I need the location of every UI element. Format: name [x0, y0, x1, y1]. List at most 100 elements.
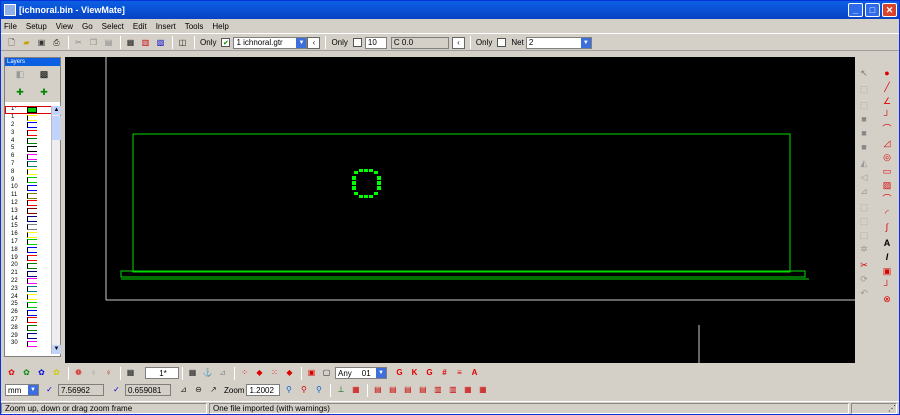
view-select[interactable]: Any 01 ▼ [335, 367, 387, 379]
layer-color-swatch[interactable] [27, 309, 37, 316]
layer-color-swatch[interactable] [27, 255, 37, 262]
layer-row[interactable]: 11 [5, 192, 53, 200]
snap-c-icon[interactable]: G [393, 367, 406, 379]
layer-prev-icon[interactable]: ‹ [307, 36, 321, 49]
layer-select[interactable]: 1 ichnoral.gtr ▼ [233, 36, 308, 49]
line-icon[interactable]: ╱ [881, 81, 893, 93]
orthogonal-line-icon[interactable]: ┘ [881, 109, 893, 121]
copy-shape-icon[interactable]: ⬚ [858, 215, 870, 227]
bulb-icon[interactable]: ♀ [87, 367, 100, 379]
x-coordinate-input[interactable]: 7.56962 [58, 384, 104, 396]
rotate-icon[interactable]: ◁ [858, 171, 870, 183]
anchor-icon[interactable]: ⚓ [201, 367, 214, 379]
origin-icon[interactable]: ⊖ [192, 384, 205, 396]
menu-go[interactable]: Go [82, 22, 93, 31]
layer-color-swatch[interactable] [27, 223, 37, 230]
select-window-icon[interactable]: ⬚ [858, 83, 870, 95]
snap-pad-icon[interactable]: ◆ [283, 367, 296, 379]
circle-icon[interactable]: ◎ [881, 151, 893, 163]
angle-line-icon[interactable]: ∠ [881, 95, 893, 107]
curve-icon[interactable]: ∫ [881, 221, 893, 233]
dcode-prev-icon[interactable]: ‹ [451, 36, 465, 49]
layer-row[interactable]: 2 [5, 122, 53, 130]
only-dcode-checkbox[interactable] [352, 38, 362, 47]
zoom-magnifier-icon[interactable]: ⚲ [282, 384, 295, 396]
layer-row[interactable]: 16 [5, 231, 53, 239]
layer-color-swatch[interactable] [27, 301, 37, 308]
no-entry-icon[interactable]: ⊗ [881, 293, 893, 305]
layer-list[interactable]: 1* 1 2 3 4 5 6 7 8 9 10 11 12 13 14 15 16 17 18 19 20 21 22 23 2… [5, 106, 53, 354]
fill-icon[interactable]: ■ [858, 127, 870, 139]
scroll-thumb[interactable] [52, 116, 61, 140]
pad-yellow-icon[interactable]: ✿ [50, 367, 63, 379]
copy-icon[interactable]: ❐ [87, 37, 100, 49]
layer-row[interactable]: 9 [5, 176, 53, 184]
align-icon[interactable]: ⊿ [858, 185, 870, 197]
snap-corners-icon[interactable]: ⁘ [238, 367, 251, 379]
snap-center-icon[interactable]: ◆ [253, 367, 266, 379]
table-icon[interactable]: ▦ [124, 367, 137, 379]
hatch-icon[interactable]: ▨ [881, 179, 893, 191]
layer-row[interactable]: 7 [5, 161, 53, 169]
layer-group-icon[interactable]: ▩ [37, 68, 51, 80]
report-6-icon[interactable]: ▥ [446, 384, 459, 396]
layer-row[interactable]: 20 [5, 262, 53, 270]
menu-setup[interactable]: Setup [26, 22, 47, 31]
layer-color-swatch[interactable] [27, 286, 37, 293]
arc-icon[interactable]: ⌒ [881, 193, 893, 205]
paste-icon[interactable]: ▤ [102, 37, 115, 49]
layer-color-swatch[interactable] [27, 106, 37, 113]
layer-color-swatch[interactable] [27, 200, 37, 207]
layer-color-swatch[interactable] [27, 122, 37, 129]
layer-row[interactable]: 1* [5, 106, 53, 114]
polyline-icon[interactable]: ⌒ [881, 123, 893, 135]
layer-row[interactable]: 13 [5, 207, 53, 215]
color-wheel-icon[interactable]: ❁ [72, 367, 85, 379]
snap-text-icon[interactable]: A [468, 367, 481, 379]
minimize-button[interactable]: _ [848, 3, 863, 17]
layer-row[interactable]: 25 [5, 301, 53, 309]
cut-line-icon[interactable]: ✂ [858, 259, 870, 271]
scroll-down-icon[interactable]: ▼ [52, 345, 61, 354]
corner-icon[interactable]: ┘ [881, 279, 893, 291]
layer-color-swatch[interactable] [27, 325, 37, 332]
menu-help[interactable]: Help [212, 22, 228, 31]
pin-icon[interactable]: ♀ [102, 367, 115, 379]
menu-insert[interactable]: Insert [156, 22, 176, 31]
layer-color-swatch[interactable] [27, 153, 37, 160]
menu-file[interactable]: File [4, 22, 17, 31]
grid-icon[interactable]: ▦ [124, 37, 137, 49]
layer-color-swatch[interactable] [27, 262, 37, 269]
flash-dot-icon[interactable]: ● [881, 67, 893, 79]
close-button[interactable]: ✕ [882, 3, 897, 17]
layer-color-swatch[interactable] [27, 130, 37, 137]
layer-color-swatch[interactable] [27, 333, 37, 339]
snap-bars-icon[interactable]: ≡ [453, 367, 466, 379]
snap-icon[interactable]: ⊿ [216, 367, 229, 379]
layer-row[interactable]: 17 [5, 239, 53, 247]
layer-color-swatch[interactable] [27, 294, 37, 301]
fill-icon[interactable]: ■ [858, 141, 870, 153]
layer-color-swatch[interactable] [27, 138, 37, 145]
layer-row[interactable]: 28 [5, 324, 53, 332]
layer-list-scrollbar[interactable]: ▲ ▼ [51, 106, 61, 354]
print-icon[interactable]: ⎙ [50, 37, 63, 49]
units-select[interactable]: mm ▼ [5, 384, 39, 396]
layer-stack-icon[interactable]: ▥ [139, 37, 152, 49]
menu-select[interactable]: Select [102, 22, 124, 31]
relative-coord-icon[interactable]: ⊿ [177, 384, 190, 396]
layer-color-swatch[interactable] [27, 270, 37, 277]
layer-color-swatch[interactable] [27, 239, 37, 246]
undo-shape-icon[interactable]: ↶ [858, 287, 870, 299]
select-arrow-icon[interactable]: ↖ [858, 67, 870, 79]
layer-color-swatch[interactable] [27, 247, 37, 254]
layer-row[interactable]: 19 [5, 254, 53, 262]
scale-icon[interactable]: ⬚ [858, 229, 870, 241]
chevron-down-icon[interactable]: ▼ [28, 385, 38, 395]
maximize-button[interactable]: □ [865, 3, 880, 17]
snap-mid-icon[interactable]: ⁙ [268, 367, 281, 379]
grid-snap-icon[interactable]: ▦ [186, 367, 199, 379]
chevron-down-icon[interactable]: ▼ [296, 37, 307, 48]
layer-row[interactable]: 21 [5, 270, 53, 278]
chevron-down-icon[interactable]: ▼ [580, 37, 591, 48]
